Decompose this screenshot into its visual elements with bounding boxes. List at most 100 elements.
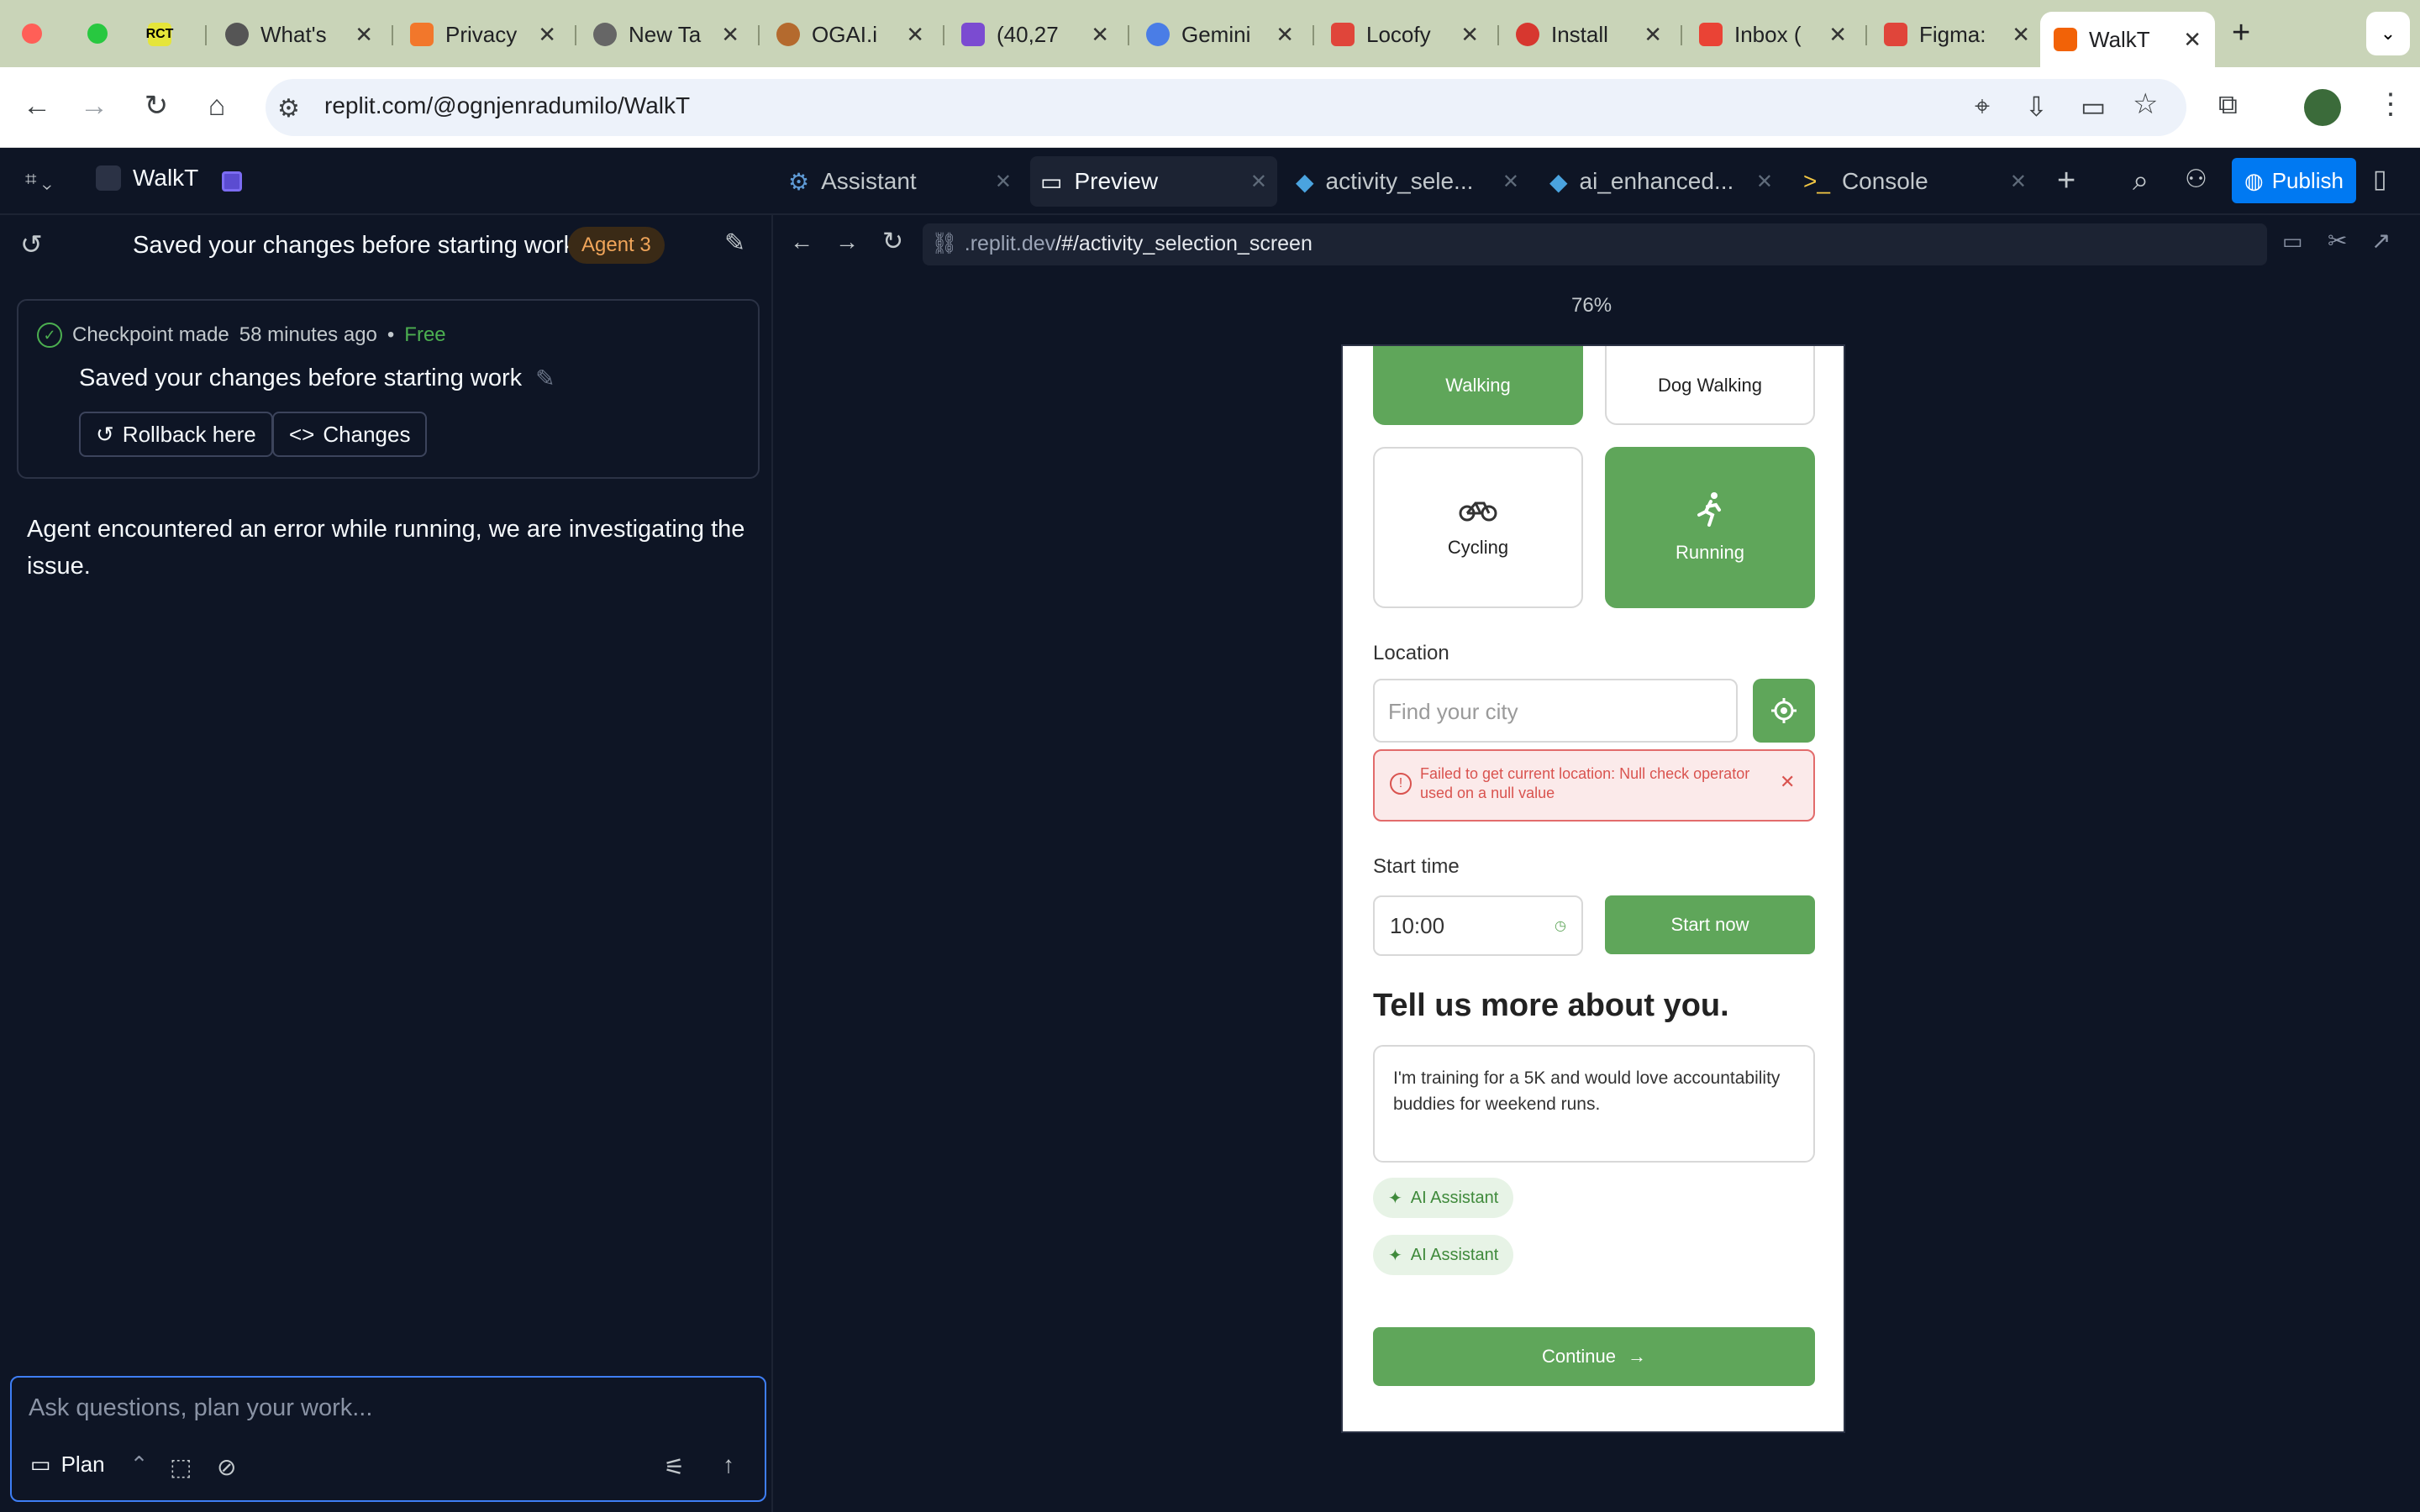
new-chat-icon[interactable]: ✎ (724, 228, 745, 258)
close-tab-icon[interactable]: ✕ (1091, 22, 1109, 48)
zoom-level: 76% (1571, 294, 1612, 317)
close-tab-icon[interactable]: ✕ (906, 22, 924, 48)
search-icon[interactable]: ⌕ (2133, 165, 2149, 197)
profile-avatar[interactable] (2304, 89, 2341, 126)
extensions-icon[interactable]: ⧉ (2218, 89, 2238, 121)
maximize-window-button[interactable] (87, 24, 108, 44)
reload-icon[interactable]: ↻ (133, 82, 180, 129)
close-tab-icon[interactable]: ✕ (995, 170, 1012, 194)
close-tab-icon[interactable]: ✕ (1828, 22, 1847, 48)
browser-tab[interactable]: OGAI.i ✕ (763, 12, 938, 57)
plan-mode-button[interactable]: ▭ Plan ⌃ (30, 1452, 148, 1478)
edit-pencil-icon[interactable]: ✎ (535, 365, 555, 392)
status-square-icon (222, 171, 242, 192)
close-tab-icon[interactable]: ✕ (2012, 22, 2030, 48)
browser-tab[interactable]: RCT (134, 12, 205, 57)
continue-button[interactable]: Continue → (1373, 1327, 1815, 1386)
browser-tab[interactable]: New Ta ✕ (580, 12, 753, 57)
location-icon[interactable]: ⌖ (1975, 91, 1990, 123)
close-tab-icon[interactable]: ✕ (1276, 22, 1294, 48)
tab-console[interactable]: >_ Console ✕ (1793, 156, 2037, 207)
tab-ai-enhanced[interactable]: ◆ ai_enhanced... ✕ (1539, 156, 1783, 207)
browser-tab[interactable]: Figma: ✕ (1870, 12, 2044, 57)
browser-tab[interactable]: Install ✕ (1502, 12, 1676, 57)
close-window-button[interactable] (22, 24, 42, 44)
start-time-field[interactable]: 10:00 ◷ (1373, 895, 1583, 956)
figma-icon (1331, 23, 1355, 46)
invite-user-icon[interactable]: ⚇ (2185, 165, 2207, 194)
close-tab-icon[interactable]: ✕ (538, 22, 556, 48)
browser-tab[interactable]: (40,27 ✕ (948, 12, 1123, 57)
shield-icon (410, 23, 434, 46)
activity-walking-card[interactable]: Walking (1373, 346, 1583, 425)
browser-menu-icon[interactable]: ⋮ (2376, 87, 2405, 121)
dart-file-icon: ◆ (1549, 168, 1568, 195)
browser-tab[interactable]: What's ✕ (212, 12, 387, 57)
changes-button[interactable]: <> Changes (272, 412, 428, 457)
forward-icon[interactable]: → (71, 82, 118, 129)
close-tab-icon[interactable]: ✕ (2183, 27, 2202, 53)
activity-cycling-card[interactable]: Cycling (1373, 447, 1583, 608)
select-region-icon[interactable]: ⬚ (170, 1453, 192, 1481)
workspace-menu-icon[interactable]: ⌗ ⌄ (25, 168, 52, 192)
attach-icon[interactable]: ⊘ (217, 1453, 236, 1481)
preview-reload-icon[interactable]: ↻ (882, 227, 903, 256)
close-tab-icon[interactable]: ✕ (721, 22, 739, 48)
new-tab-button[interactable]: + (2232, 15, 2250, 51)
device-frame-icon[interactable]: ▭ (2282, 228, 2303, 255)
chat-input-placeholder[interactable]: Ask questions, plan your work... (29, 1394, 372, 1422)
add-tab-icon[interactable]: + (2057, 163, 2075, 199)
ogai-icon (776, 23, 800, 46)
bookmark-star-icon[interactable]: ☆ (2133, 87, 2158, 121)
home-icon[interactable]: ⌂ (193, 82, 240, 129)
activity-dog-walking-card[interactable]: Dog Walking (1605, 346, 1815, 425)
activity-running-card[interactable]: Running (1605, 447, 1815, 608)
open-new-window-icon[interactable]: ↗ (2371, 227, 2391, 255)
tab-activity-selection[interactable]: ◆ activity_sele... ✕ (1286, 156, 1529, 207)
browser-tab[interactable]: Locofy ✕ (1318, 12, 1492, 57)
preview-forward-icon[interactable]: → (835, 228, 859, 255)
back-icon[interactable]: ← (13, 82, 60, 129)
close-tab-icon[interactable]: ✕ (1644, 22, 1662, 48)
preview-back-icon[interactable]: ← (790, 228, 813, 255)
agent-badge: Agent 3 (568, 227, 665, 264)
close-tab-icon[interactable]: ✕ (1756, 170, 1773, 194)
globe-icon (593, 23, 617, 46)
project-title[interactable]: WalkT (96, 165, 198, 192)
start-time-label: Start time (1373, 855, 1460, 878)
settings-sliders-icon[interactable]: ⚟ (664, 1453, 685, 1481)
close-tab-icon[interactable]: ✕ (1250, 170, 1267, 194)
browser-tab[interactable]: Gemini ✕ (1133, 12, 1307, 57)
history-icon[interactable]: ↺ (20, 228, 43, 260)
close-tab-icon[interactable]: ✕ (1502, 170, 1519, 194)
dismiss-error-icon[interactable]: ✕ (1780, 771, 1795, 793)
browser-tab[interactable]: Privacy ✕ (397, 12, 570, 57)
tab-search-button[interactable]: ⌄ (2366, 12, 2410, 55)
checkpoint-title-row: Saved your changes before starting work … (79, 365, 555, 392)
publish-button[interactable]: ◍ Publish (2232, 158, 2356, 203)
toggle-panel-icon[interactable]: ▯ (2373, 165, 2387, 194)
crosshair-icon (1771, 698, 1797, 723)
bicycle-icon (1459, 501, 1497, 522)
start-now-button[interactable]: Start now (1605, 895, 1815, 954)
ai-assistant-chip[interactable]: ✦ AI Assistant (1373, 1235, 1514, 1275)
url-text: replit.com/@ognjenradumilo/WalkT (324, 92, 691, 118)
sparkle-icon: ✦ (1388, 1246, 1402, 1265)
tab-preview[interactable]: ▭ Preview ✕ (1030, 156, 1277, 207)
site-info-icon[interactable]: ⚙ (277, 94, 300, 123)
agent-error-message: Agent encountered an error while running… (27, 516, 745, 580)
install-app-icon[interactable]: ⇩ (2025, 91, 2048, 123)
close-tab-icon[interactable]: ✕ (355, 22, 373, 48)
devtools-wrench-icon[interactable]: ✂ (2328, 227, 2347, 255)
ai-assistant-chip[interactable]: ✦ AI Assistant (1373, 1178, 1514, 1218)
close-tab-icon[interactable]: ✕ (1460, 22, 1479, 48)
browser-tab-active[interactable]: WalkT ✕ (2040, 12, 2215, 67)
close-tab-icon[interactable]: ✕ (2010, 170, 2027, 194)
rollback-button[interactable]: ↺ Rollback here (79, 412, 273, 457)
card-icon[interactable]: ▭ (2081, 91, 2106, 123)
tab-assistant[interactable]: ⚙ Assistant ✕ (778, 156, 1022, 207)
gemini-icon (1146, 23, 1170, 46)
send-arrow-icon[interactable]: ↑ (723, 1452, 734, 1478)
browser-tab[interactable]: Inbox (✕ (1686, 12, 1860, 57)
locate-me-button[interactable] (1753, 679, 1815, 743)
